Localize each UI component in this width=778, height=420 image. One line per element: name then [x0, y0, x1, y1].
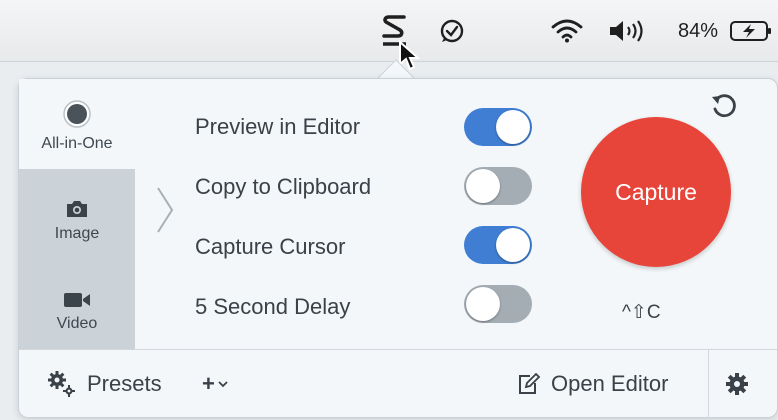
bottom-bar-divider [708, 350, 709, 418]
toggle-knob [496, 228, 530, 262]
wifi-icon[interactable] [548, 0, 586, 62]
capture-button-label: Capture [615, 178, 697, 205]
mode-label: Image [54, 225, 100, 242]
option-copy-to-clipboard-label: Copy to Clipboard [195, 174, 372, 199]
gears-icon [47, 370, 77, 398]
toggle-copy-to-clipboard[interactable] [464, 167, 532, 205]
battery-charging-icon[interactable] [728, 0, 774, 62]
option-capture-cursor-label: Capture Cursor [195, 234, 346, 259]
battery-percent: 84% [677, 19, 719, 42]
capture-mode-sidebar: All-in-One Image Video [19, 79, 135, 349]
mode-label: All-in-One [41, 135, 113, 152]
open-editor-button[interactable]: Open Editor [517, 350, 668, 418]
video-camera-icon [63, 275, 91, 309]
capture-popover: All-in-One Image Video Preview in Editor… [18, 78, 778, 418]
add-preset-button[interactable]: + [202, 350, 228, 418]
menu-bar: 84% [0, 0, 778, 71]
option-5-second-delay-label: 5 Second Delay [195, 294, 351, 319]
settings-gear-button[interactable] [725, 350, 749, 418]
option-preview-in-editor-label: Preview in Editor [195, 114, 361, 139]
camera-icon [65, 185, 89, 219]
mode-label: Video [56, 315, 98, 332]
volume-icon[interactable] [604, 0, 654, 62]
toggle-knob [466, 287, 500, 321]
mode-image[interactable]: Image [19, 169, 135, 259]
reset-icon[interactable] [709, 92, 739, 127]
presets-label: Presets [87, 371, 162, 396]
mode-video[interactable]: Video [19, 259, 135, 349]
toggle-capture-cursor[interactable] [464, 226, 532, 264]
presets-button[interactable]: Presets [47, 350, 162, 418]
add-label: + [202, 371, 215, 396]
chevron-down-icon [218, 380, 228, 388]
toggle-knob [466, 169, 500, 203]
open-editor-label: Open Editor [551, 371, 669, 396]
edit-icon [517, 373, 541, 395]
gear-icon [725, 372, 749, 396]
capture-button[interactable]: Capture [581, 117, 731, 267]
check-speech-bubble-icon[interactable] [432, 0, 472, 62]
all-in-one-icon [62, 95, 92, 129]
mode-all-in-one[interactable]: All-in-One [19, 79, 135, 169]
toggle-preview-in-editor[interactable] [464, 108, 532, 146]
toggle-5-second-delay[interactable] [464, 285, 532, 323]
bottom-bar: Presets + Open Editor [19, 349, 777, 418]
capture-shortcut: ^⇧C [622, 302, 661, 323]
chevron-right-icon [155, 185, 175, 240]
toggle-knob [496, 110, 530, 144]
